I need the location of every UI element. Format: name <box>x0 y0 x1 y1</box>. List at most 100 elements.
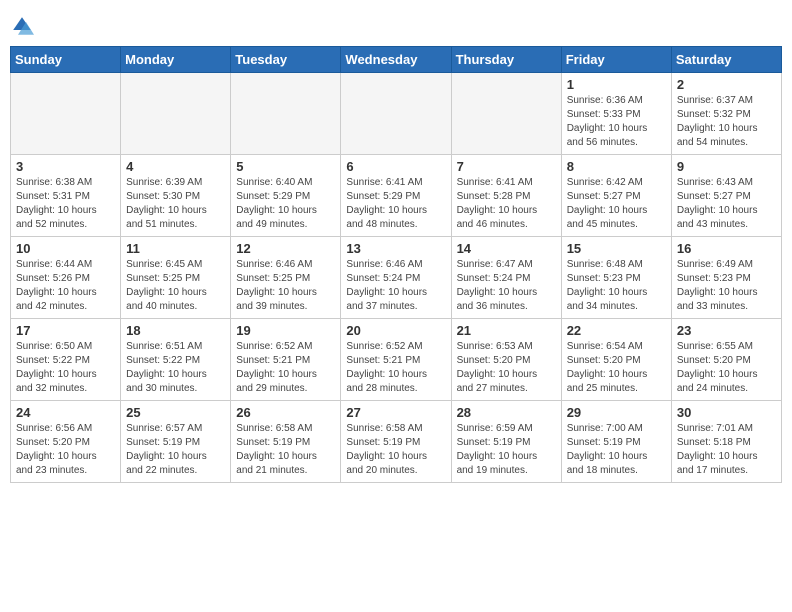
calendar-cell: 18 Sunrise: 6:51 AMSunset: 5:22 PMDayligh… <box>121 319 231 401</box>
day-info: Sunrise: 6:39 AMSunset: 5:30 PMDaylight:… <box>126 176 225 232</box>
day-info: Sunrise: 6:52 AMSunset: 5:21 PMDaylight:… <box>236 340 335 396</box>
day-number: 2 <box>677 77 776 92</box>
day-number: 4 <box>126 159 225 174</box>
calendar-cell <box>451 73 561 155</box>
calendar-cell: 17 Sunrise: 6:50 AMSunset: 5:22 PMDayligh… <box>11 319 121 401</box>
day-number: 1 <box>567 77 666 92</box>
day-number: 25 <box>126 405 225 420</box>
calendar-cell: 9 Sunrise: 6:43 AMSunset: 5:27 PMDaylight… <box>671 155 781 237</box>
calendar-cell: 30 Sunrise: 7:01 AMSunset: 5:18 PMDayligh… <box>671 401 781 483</box>
calendar-cell: 23 Sunrise: 6:55 AMSunset: 5:20 PMDayligh… <box>671 319 781 401</box>
calendar-cell: 6 Sunrise: 6:41 AMSunset: 5:29 PMDaylight… <box>341 155 451 237</box>
calendar-cell: 21 Sunrise: 6:53 AMSunset: 5:20 PMDayligh… <box>451 319 561 401</box>
calendar-week-4: 17 Sunrise: 6:50 AMSunset: 5:22 PMDayligh… <box>11 319 782 401</box>
day-number: 9 <box>677 159 776 174</box>
day-number: 10 <box>16 241 115 256</box>
calendar-cell: 26Sunrise: 6:58 AMSunset: 5:19 PMDayligh… <box>231 401 341 483</box>
weekday-header-sunday: Sunday <box>11 47 121 73</box>
calendar-week-3: 10 Sunrise: 6:44 AMSunset: 5:26 PMDayligh… <box>11 237 782 319</box>
calendar-cell: 10 Sunrise: 6:44 AMSunset: 5:26 PMDayligh… <box>11 237 121 319</box>
day-info: Sunrise: 7:00 AMSunset: 5:19 PMDaylight:… <box>567 422 666 478</box>
weekday-header-friday: Friday <box>561 47 671 73</box>
day-number: 23 <box>677 323 776 338</box>
calendar-cell: 24 Sunrise: 6:56 AMSunset: 5:20 PMDayligh… <box>11 401 121 483</box>
day-number: 29 <box>567 405 666 420</box>
day-info: Sunrise: 6:57 AMSunset: 5:19 PMDaylight:… <box>126 422 225 478</box>
page-header <box>10 10 782 38</box>
day-number: 13 <box>346 241 445 256</box>
calendar-cell <box>121 73 231 155</box>
day-number: 14 <box>457 241 556 256</box>
day-number: 15 <box>567 241 666 256</box>
day-number: 7 <box>457 159 556 174</box>
day-number: 24 <box>16 405 115 420</box>
day-number: 3 <box>16 159 115 174</box>
day-number: 20 <box>346 323 445 338</box>
calendar-cell: 15 Sunrise: 6:48 AMSunset: 5:23 PMDayligh… <box>561 237 671 319</box>
day-number: 21 <box>457 323 556 338</box>
calendar-week-5: 24 Sunrise: 6:56 AMSunset: 5:20 PMDayligh… <box>11 401 782 483</box>
day-number: 28 <box>457 405 556 420</box>
day-number: 17 <box>16 323 115 338</box>
day-number: 27 <box>346 405 445 420</box>
logo <box>10 14 38 38</box>
calendar-cell: 3 Sunrise: 6:38 AMSunset: 5:31 PMDaylight… <box>11 155 121 237</box>
calendar-cell: 8Sunrise: 6:42 AMSunset: 5:27 PMDaylight… <box>561 155 671 237</box>
day-info: Sunrise: 6:59 AMSunset: 5:19 PMDaylight:… <box>457 422 556 478</box>
day-info: Sunrise: 6:41 AMSunset: 5:28 PMDaylight:… <box>457 176 556 232</box>
calendar-cell: 12 Sunrise: 6:46 AMSunset: 5:25 PMDayligh… <box>231 237 341 319</box>
day-info: Sunrise: 6:40 AMSunset: 5:29 PMDaylight:… <box>236 176 335 232</box>
day-number: 22 <box>567 323 666 338</box>
calendar-cell: 4 Sunrise: 6:39 AMSunset: 5:30 PMDaylight… <box>121 155 231 237</box>
day-info: Sunrise: 6:56 AMSunset: 5:20 PMDaylight:… <box>16 422 115 478</box>
calendar-cell: 5 Sunrise: 6:40 AMSunset: 5:29 PMDaylight… <box>231 155 341 237</box>
day-info: Sunrise: 6:52 AMSunset: 5:21 PMDaylight:… <box>346 340 445 396</box>
day-info: Sunrise: 6:42 AMSunset: 5:27 PMDaylight:… <box>567 176 666 232</box>
calendar-cell: 1 Sunrise: 6:36 AMSunset: 5:33 PMDaylight… <box>561 73 671 155</box>
day-info: Sunrise: 6:49 AMSunset: 5:23 PMDaylight:… <box>677 258 776 314</box>
day-number: 19 <box>236 323 335 338</box>
calendar-cell <box>11 73 121 155</box>
day-info: Sunrise: 6:48 AMSunset: 5:23 PMDaylight:… <box>567 258 666 314</box>
day-number: 6 <box>346 159 445 174</box>
day-number: 16 <box>677 241 776 256</box>
day-info: Sunrise: 6:41 AMSunset: 5:29 PMDaylight:… <box>346 176 445 232</box>
logo-icon <box>10 14 34 38</box>
day-info: Sunrise: 6:51 AMSunset: 5:22 PMDaylight:… <box>126 340 225 396</box>
calendar-table: SundayMondayTuesdayWednesdayThursdayFrid… <box>10 46 782 483</box>
day-number: 12 <box>236 241 335 256</box>
calendar-cell: 13Sunrise: 6:46 AMSunset: 5:24 PMDayligh… <box>341 237 451 319</box>
calendar-week-1: 1 Sunrise: 6:36 AMSunset: 5:33 PMDaylight… <box>11 73 782 155</box>
calendar-cell <box>231 73 341 155</box>
day-number: 18 <box>126 323 225 338</box>
weekday-header-monday: Monday <box>121 47 231 73</box>
weekday-header-thursday: Thursday <box>451 47 561 73</box>
day-info: Sunrise: 6:50 AMSunset: 5:22 PMDaylight:… <box>16 340 115 396</box>
day-number: 5 <box>236 159 335 174</box>
calendar-cell: 2 Sunrise: 6:37 AMSunset: 5:32 PMDaylight… <box>671 73 781 155</box>
day-info: Sunrise: 7:01 AMSunset: 5:18 PMDaylight:… <box>677 422 776 478</box>
day-info: Sunrise: 6:45 AMSunset: 5:25 PMDaylight:… <box>126 258 225 314</box>
calendar-cell: 29 Sunrise: 7:00 AMSunset: 5:19 PMDayligh… <box>561 401 671 483</box>
day-info: Sunrise: 6:36 AMSunset: 5:33 PMDaylight:… <box>567 94 666 150</box>
calendar-cell: 7 Sunrise: 6:41 AMSunset: 5:28 PMDaylight… <box>451 155 561 237</box>
calendar-cell: 22 Sunrise: 6:54 AMSunset: 5:20 PMDayligh… <box>561 319 671 401</box>
calendar-cell: 27Sunrise: 6:58 AMSunset: 5:19 PMDayligh… <box>341 401 451 483</box>
calendar-cell <box>341 73 451 155</box>
day-number: 30 <box>677 405 776 420</box>
day-info: Sunrise: 6:55 AMSunset: 5:20 PMDaylight:… <box>677 340 776 396</box>
calendar-cell: 11Sunrise: 6:45 AMSunset: 5:25 PMDayligh… <box>121 237 231 319</box>
calendar-cell: 16 Sunrise: 6:49 AMSunset: 5:23 PMDayligh… <box>671 237 781 319</box>
weekday-header-tuesday: Tuesday <box>231 47 341 73</box>
day-info: Sunrise: 6:38 AMSunset: 5:31 PMDaylight:… <box>16 176 115 232</box>
calendar-cell: 28 Sunrise: 6:59 AMSunset: 5:19 PMDayligh… <box>451 401 561 483</box>
day-info: Sunrise: 6:53 AMSunset: 5:20 PMDaylight:… <box>457 340 556 396</box>
weekday-header-saturday: Saturday <box>671 47 781 73</box>
day-info: Sunrise: 6:54 AMSunset: 5:20 PMDaylight:… <box>567 340 666 396</box>
day-info: Sunrise: 6:46 AMSunset: 5:25 PMDaylight:… <box>236 258 335 314</box>
calendar-cell: 14Sunrise: 6:47 AMSunset: 5:24 PMDayligh… <box>451 237 561 319</box>
day-info: Sunrise: 6:43 AMSunset: 5:27 PMDaylight:… <box>677 176 776 232</box>
day-info: Sunrise: 6:37 AMSunset: 5:32 PMDaylight:… <box>677 94 776 150</box>
day-info: Sunrise: 6:44 AMSunset: 5:26 PMDaylight:… <box>16 258 115 314</box>
calendar-cell: 19 Sunrise: 6:52 AMSunset: 5:21 PMDayligh… <box>231 319 341 401</box>
